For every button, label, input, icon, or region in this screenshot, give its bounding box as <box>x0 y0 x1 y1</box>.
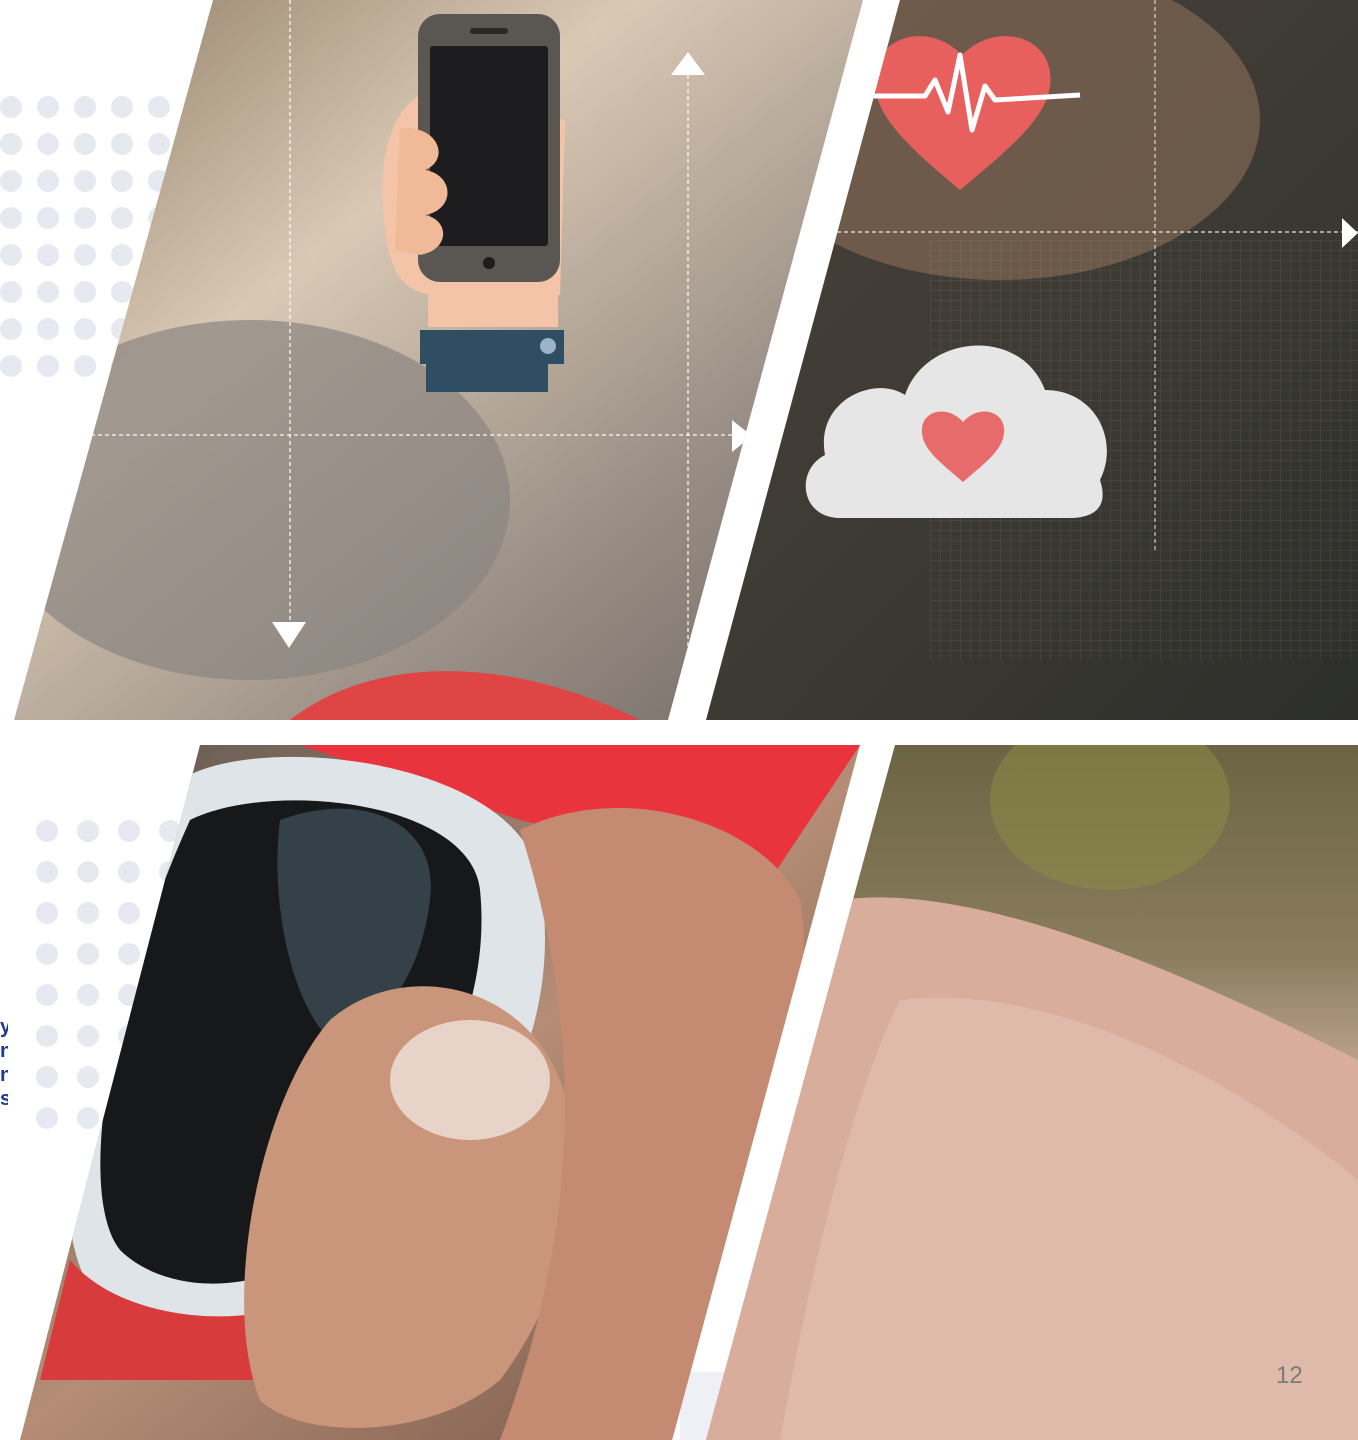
page-number: 12 <box>1276 1362 1303 1389</box>
image-collage <box>14 0 1358 1440</box>
